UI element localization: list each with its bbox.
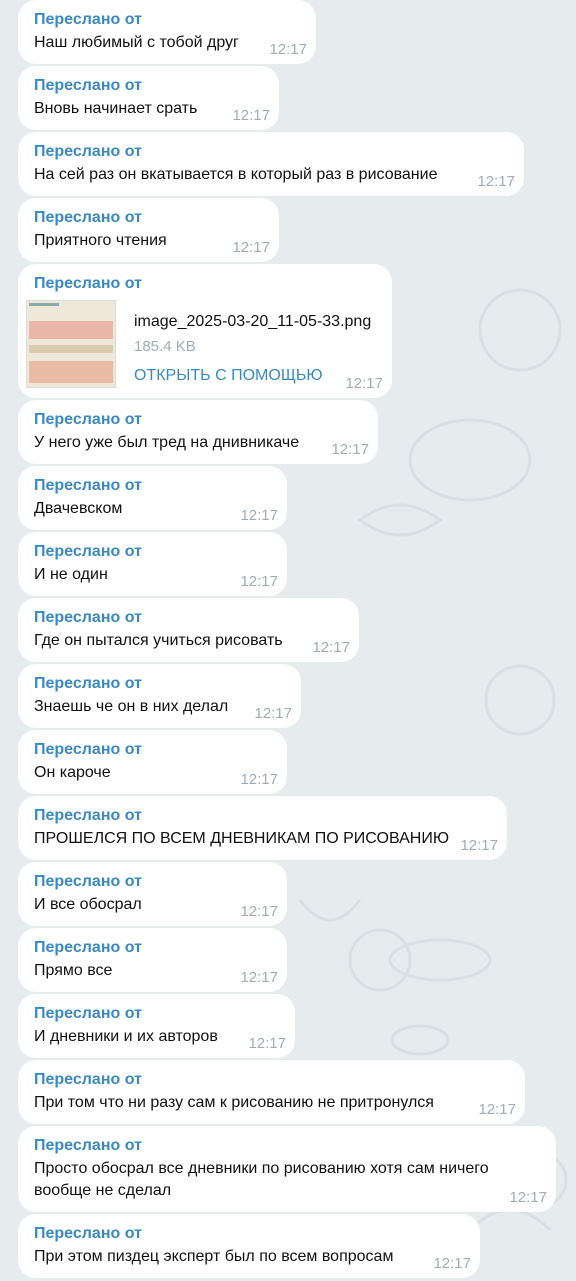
file-message-bubble[interactable]: Переслано от image_2025-03-20_11-05-33.p… <box>18 264 392 398</box>
message-time: 12:17 <box>240 573 278 590</box>
message-bubble[interactable]: Переслано от Вновь начинает срать 12:17 <box>18 66 279 130</box>
message-text: Наш любимый с тобой друг <box>34 34 239 51</box>
forwarded-from-label[interactable]: Переслано от <box>34 274 376 294</box>
forwarded-from-label[interactable]: Переслано от <box>34 542 271 562</box>
message-text: Прямо все <box>34 962 113 979</box>
message-bubble[interactable]: Переслано от Наш любимый с тобой друг 12… <box>18 0 316 64</box>
message-text: Вновь начинает срать <box>34 100 198 117</box>
image-thumbnail[interactable] <box>26 300 116 388</box>
message-bubble[interactable]: Переслано от При этом пиздец эксперт был… <box>18 1214 480 1278</box>
file-attachment[interactable]: image_2025-03-20_11-05-33.png 185.4 KB О… <box>26 300 376 400</box>
forwarded-from-label[interactable]: Переслано от <box>34 1224 464 1244</box>
message-time: 12:17 <box>312 639 350 656</box>
forwarded-from-label[interactable]: Переслано от <box>34 410 362 430</box>
message-text: ПРОШЕЛСЯ ПО ВСЕМ ДНЕВНИКАМ ПО РИСОВАНИЮ <box>34 830 449 847</box>
message-bubble[interactable]: Переслано от И все обосрал 12:17 <box>18 862 287 926</box>
message-text: И не один <box>34 566 108 583</box>
message-text: При этом пиздец эксперт был по всем вопр… <box>34 1248 394 1265</box>
message-bubble[interactable]: Переслано от Знаешь че он в них делал 12… <box>18 664 301 728</box>
message-bubble[interactable]: Переслано от Просто обосрал все дневники… <box>18 1126 556 1212</box>
message-time: 12:17 <box>345 375 383 392</box>
forwarded-from-label[interactable]: Переслано от <box>34 76 263 96</box>
message-text: Приятного чтения <box>34 232 167 249</box>
forwarded-from-label[interactable]: Переслано от <box>34 1070 509 1090</box>
forwarded-from-label[interactable]: Переслано от <box>34 674 285 694</box>
message-text: Двачевском <box>34 500 123 517</box>
message-time: 12:17 <box>331 441 369 458</box>
forwarded-from-label[interactable]: Переслано от <box>34 10 300 30</box>
message-time: 12:17 <box>232 107 270 124</box>
forwarded-from-label[interactable]: Переслано от <box>34 208 263 228</box>
message-text: Он кароче <box>34 764 111 781</box>
message-time: 12:17 <box>240 969 278 986</box>
message-time: 12:17 <box>240 507 278 524</box>
message-bubble[interactable]: Переслано от Он кароче 12:17 <box>18 730 287 794</box>
message-bubble[interactable]: Переслано от У него уже был тред на днив… <box>18 400 378 464</box>
message-bubble[interactable]: Переслано от При том что ни разу сам к р… <box>18 1060 525 1124</box>
message-bubble[interactable]: Переслано от И дневники и их авторов 12:… <box>18 994 295 1058</box>
message-text: На сей раз он вкатывается в который раз … <box>34 166 438 183</box>
message-bubble[interactable]: Переслано от Прямо все 12:17 <box>18 928 287 992</box>
message-text: При том что ни разу сам к рисованию не п… <box>34 1094 434 1111</box>
message-time: 12:17 <box>477 173 515 190</box>
message-time: 12:17 <box>248 1035 286 1052</box>
message-time: 12:17 <box>269 41 307 58</box>
forwarded-from-label[interactable]: Переслано от <box>34 1004 279 1024</box>
message-time: 12:17 <box>433 1255 471 1272</box>
forwarded-from-label[interactable]: Переслано от <box>34 476 271 496</box>
message-time: 12:17 <box>240 903 278 920</box>
forwarded-from-label[interactable]: Переслано от <box>34 806 491 826</box>
forwarded-from-label[interactable]: Переслано от <box>34 740 271 760</box>
message-bubble[interactable]: Переслано от На сей раз он вкатывается в… <box>18 132 524 196</box>
message-time: 12:17 <box>240 771 278 788</box>
message-bubble[interactable]: Переслано от ПРОШЕЛСЯ ПО ВСЕМ ДНЕВНИКАМ … <box>18 796 507 860</box>
file-size: 185.4 KB <box>134 338 196 355</box>
message-text: И все обосрал <box>34 896 142 913</box>
file-name: image_2025-03-20_11-05-33.png <box>134 313 372 330</box>
message-bubble[interactable]: Переслано от Двачевском 12:17 <box>18 466 287 530</box>
message-text: Где он пытался учиться рисовать <box>34 632 283 649</box>
open-with-button[interactable]: ОТКРЫТЬ С ПОМОЩЬЮ <box>134 366 322 386</box>
message-time: 12:17 <box>478 1101 516 1118</box>
message-bubble[interactable]: Переслано от И не один 12:17 <box>18 532 287 596</box>
message-text: У него уже был тред на днивникаче <box>34 434 300 451</box>
forwarded-from-label[interactable]: Переслано от <box>34 938 271 958</box>
message-time: 12:17 <box>232 239 270 256</box>
message-bubble[interactable]: Переслано от Приятного чтения 12:17 <box>18 198 279 262</box>
forwarded-from-label[interactable]: Переслано от <box>34 872 271 892</box>
forwarded-from-label[interactable]: Переслано от <box>34 1136 540 1156</box>
message-time: 12:17 <box>509 1189 547 1206</box>
message-time: 12:17 <box>460 837 498 854</box>
message-text: И дневники и их авторов <box>34 1028 218 1045</box>
message-bubble[interactable]: Переслано от Где он пытался учиться рисо… <box>18 598 359 662</box>
message-time: 12:17 <box>254 705 292 722</box>
message-text: Просто обосрал все дневники по рисованию… <box>34 1160 489 1199</box>
message-text: Знаешь че он в них делал <box>34 698 229 715</box>
forwarded-from-label[interactable]: Переслано от <box>34 142 508 162</box>
forwarded-from-label[interactable]: Переслано от <box>34 608 343 628</box>
